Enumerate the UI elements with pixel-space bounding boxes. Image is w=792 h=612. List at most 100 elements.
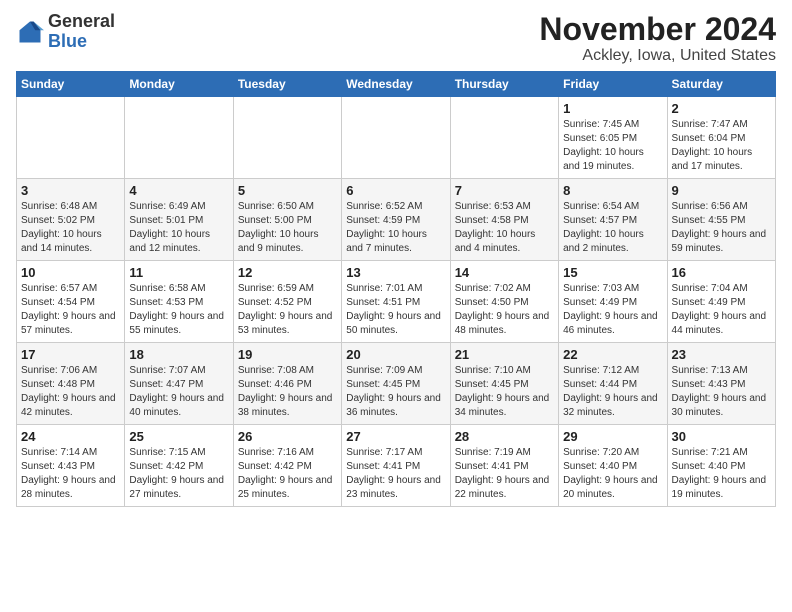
calendar-cell: 24Sunrise: 7:14 AM Sunset: 4:43 PM Dayli…	[17, 425, 125, 507]
day-info: Sunrise: 7:45 AM Sunset: 6:05 PM Dayligh…	[563, 118, 662, 174]
calendar-cell: 4 Sunrise: 6:49 AM Sunset: 5:01 PM Daylig…	[125, 179, 233, 261]
calendar-cell: 27Sunrise: 7:17 AM Sunset: 4:41 PM Dayli…	[342, 425, 450, 507]
day-number: 6	[346, 183, 445, 198]
calendar-cell: 15Sunrise: 7:03 AM Sunset: 4:49 PM Dayli…	[559, 261, 667, 343]
day-info: Sunrise: 7:19 AM Sunset: 4:41 PM Dayligh…	[455, 446, 554, 502]
day-number: 22	[563, 347, 662, 362]
day-info: Sunrise: 6:48 AM Sunset: 5:02 PM Dayligh…	[21, 200, 120, 256]
day-number: 7	[455, 183, 554, 198]
calendar-cell: 23 Sunrise: 7:13 AM Sunset: 4:43 PM Dayli…	[667, 343, 775, 425]
calendar-cell: 3Sunrise: 6:48 AM Sunset: 5:02 PM Daylig…	[17, 179, 125, 261]
weekday-header-thursday: Thursday	[450, 72, 558, 97]
calendar-cell: 18Sunrise: 7:07 AM Sunset: 4:47 PM Dayli…	[125, 343, 233, 425]
calendar-cell: 20 Sunrise: 7:09 AM Sunset: 4:45 PM Dayli…	[342, 343, 450, 425]
day-info: Sunrise: 7:12 AM Sunset: 4:44 PM Dayligh…	[563, 364, 662, 420]
day-info: Sunrise: 7:15 AM Sunset: 4:42 PM Dayligh…	[129, 446, 228, 502]
day-number: 8	[563, 183, 662, 198]
day-number: 20	[346, 347, 445, 362]
day-info: Sunrise: 6:49 AM Sunset: 5:01 PM Dayligh…	[129, 200, 228, 256]
calendar-cell: 12 Sunrise: 6:59 AM Sunset: 4:52 PM Dayli…	[233, 261, 341, 343]
month-title: November 2024	[539, 12, 776, 47]
calendar-cell: 22 Sunrise: 7:12 AM Sunset: 4:44 PM Dayli…	[559, 343, 667, 425]
day-number: 29	[563, 429, 662, 444]
day-info: Sunrise: 6:58 AM Sunset: 4:53 PM Dayligh…	[129, 282, 228, 338]
calendar-cell: 25 Sunrise: 7:15 AM Sunset: 4:42 PM Dayli…	[125, 425, 233, 507]
day-number: 16	[672, 265, 771, 280]
day-info: Sunrise: 7:21 AM Sunset: 4:40 PM Dayligh…	[672, 446, 771, 502]
day-number: 30	[672, 429, 771, 444]
calendar-cell: 9 Sunrise: 6:56 AM Sunset: 4:55 PM Daylig…	[667, 179, 775, 261]
week-row-5: 24Sunrise: 7:14 AM Sunset: 4:43 PM Dayli…	[17, 425, 776, 507]
day-info: Sunrise: 6:59 AM Sunset: 4:52 PM Dayligh…	[238, 282, 337, 338]
header: General Blue November 2024 Ackley, Iowa,…	[16, 12, 776, 65]
day-number: 13	[346, 265, 445, 280]
day-number: 4	[129, 183, 228, 198]
day-info: Sunrise: 7:09 AM Sunset: 4:45 PM Dayligh…	[346, 364, 445, 420]
day-number: 15	[563, 265, 662, 280]
calendar-cell: 21 Sunrise: 7:10 AM Sunset: 4:45 PM Dayli…	[450, 343, 558, 425]
title-block: November 2024 Ackley, Iowa, United State…	[539, 12, 776, 65]
day-number: 21	[455, 347, 554, 362]
calendar-cell: 30 Sunrise: 7:21 AM Sunset: 4:40 PM Dayli…	[667, 425, 775, 507]
day-info: Sunrise: 7:47 AM Sunset: 6:04 PM Dayligh…	[672, 118, 771, 174]
day-number: 1	[563, 101, 662, 116]
calendar-cell: 19 Sunrise: 7:08 AM Sunset: 4:46 PM Dayli…	[233, 343, 341, 425]
day-number: 25	[129, 429, 228, 444]
week-row-3: 10Sunrise: 6:57 AM Sunset: 4:54 PM Dayli…	[17, 261, 776, 343]
day-info: Sunrise: 7:06 AM Sunset: 4:48 PM Dayligh…	[21, 364, 120, 420]
weekday-header-tuesday: Tuesday	[233, 72, 341, 97]
day-info: Sunrise: 6:50 AM Sunset: 5:00 PM Dayligh…	[238, 200, 337, 256]
calendar-cell: 28Sunrise: 7:19 AM Sunset: 4:41 PM Dayli…	[450, 425, 558, 507]
week-row-1: 1 Sunrise: 7:45 AM Sunset: 6:05 PM Daylig…	[17, 97, 776, 179]
day-info: Sunrise: 7:16 AM Sunset: 4:42 PM Dayligh…	[238, 446, 337, 502]
weekday-header-sunday: Sunday	[17, 72, 125, 97]
weekday-header-monday: Monday	[125, 72, 233, 97]
day-number: 17	[21, 347, 120, 362]
day-number: 12	[238, 265, 337, 280]
calendar-cell: 7 Sunrise: 6:53 AM Sunset: 4:58 PM Daylig…	[450, 179, 558, 261]
day-number: 2	[672, 101, 771, 116]
logo: General Blue	[16, 12, 115, 52]
day-info: Sunrise: 7:14 AM Sunset: 4:43 PM Dayligh…	[21, 446, 120, 502]
day-info: Sunrise: 7:04 AM Sunset: 4:49 PM Dayligh…	[672, 282, 771, 338]
calendar-cell: 2 Sunrise: 7:47 AM Sunset: 6:04 PM Daylig…	[667, 97, 775, 179]
logo-general-text: General	[48, 11, 115, 31]
location-title: Ackley, Iowa, United States	[539, 47, 776, 65]
calendar-cell: 29Sunrise: 7:20 AM Sunset: 4:40 PM Dayli…	[559, 425, 667, 507]
calendar-cell	[342, 97, 450, 179]
calendar-cell	[17, 97, 125, 179]
calendar-cell	[233, 97, 341, 179]
day-info: Sunrise: 7:08 AM Sunset: 4:46 PM Dayligh…	[238, 364, 337, 420]
day-info: Sunrise: 6:52 AM Sunset: 4:59 PM Dayligh…	[346, 200, 445, 256]
calendar-cell: 11Sunrise: 6:58 AM Sunset: 4:53 PM Dayli…	[125, 261, 233, 343]
calendar-cell: 26 Sunrise: 7:16 AM Sunset: 4:42 PM Dayli…	[233, 425, 341, 507]
day-number: 27	[346, 429, 445, 444]
calendar-cell: 13 Sunrise: 7:01 AM Sunset: 4:51 PM Dayli…	[342, 261, 450, 343]
week-row-2: 3Sunrise: 6:48 AM Sunset: 5:02 PM Daylig…	[17, 179, 776, 261]
calendar-table: SundayMondayTuesdayWednesdayThursdayFrid…	[16, 71, 776, 507]
calendar-cell: 17 Sunrise: 7:06 AM Sunset: 4:48 PM Dayli…	[17, 343, 125, 425]
calendar-cell: 10Sunrise: 6:57 AM Sunset: 4:54 PM Dayli…	[17, 261, 125, 343]
day-info: Sunrise: 7:10 AM Sunset: 4:45 PM Dayligh…	[455, 364, 554, 420]
weekday-header-row: SundayMondayTuesdayWednesdayThursdayFrid…	[17, 72, 776, 97]
day-info: Sunrise: 6:54 AM Sunset: 4:57 PM Dayligh…	[563, 200, 662, 256]
calendar-cell: 16 Sunrise: 7:04 AM Sunset: 4:49 PM Dayli…	[667, 261, 775, 343]
day-number: 9	[672, 183, 771, 198]
day-info: Sunrise: 7:02 AM Sunset: 4:50 PM Dayligh…	[455, 282, 554, 338]
day-info: Sunrise: 7:01 AM Sunset: 4:51 PM Dayligh…	[346, 282, 445, 338]
calendar-cell	[450, 97, 558, 179]
day-info: Sunrise: 7:13 AM Sunset: 4:43 PM Dayligh…	[672, 364, 771, 420]
day-number: 26	[238, 429, 337, 444]
logo-icon	[16, 18, 44, 46]
week-row-4: 17 Sunrise: 7:06 AM Sunset: 4:48 PM Dayli…	[17, 343, 776, 425]
day-number: 23	[672, 347, 771, 362]
day-number: 18	[129, 347, 228, 362]
day-number: 19	[238, 347, 337, 362]
day-number: 5	[238, 183, 337, 198]
calendar-cell: 6 Sunrise: 6:52 AM Sunset: 4:59 PM Daylig…	[342, 179, 450, 261]
day-info: Sunrise: 6:53 AM Sunset: 4:58 PM Dayligh…	[455, 200, 554, 256]
day-number: 10	[21, 265, 120, 280]
page-container: General Blue November 2024 Ackley, Iowa,…	[0, 0, 792, 519]
day-info: Sunrise: 6:56 AM Sunset: 4:55 PM Dayligh…	[672, 200, 771, 256]
weekday-header-wednesday: Wednesday	[342, 72, 450, 97]
